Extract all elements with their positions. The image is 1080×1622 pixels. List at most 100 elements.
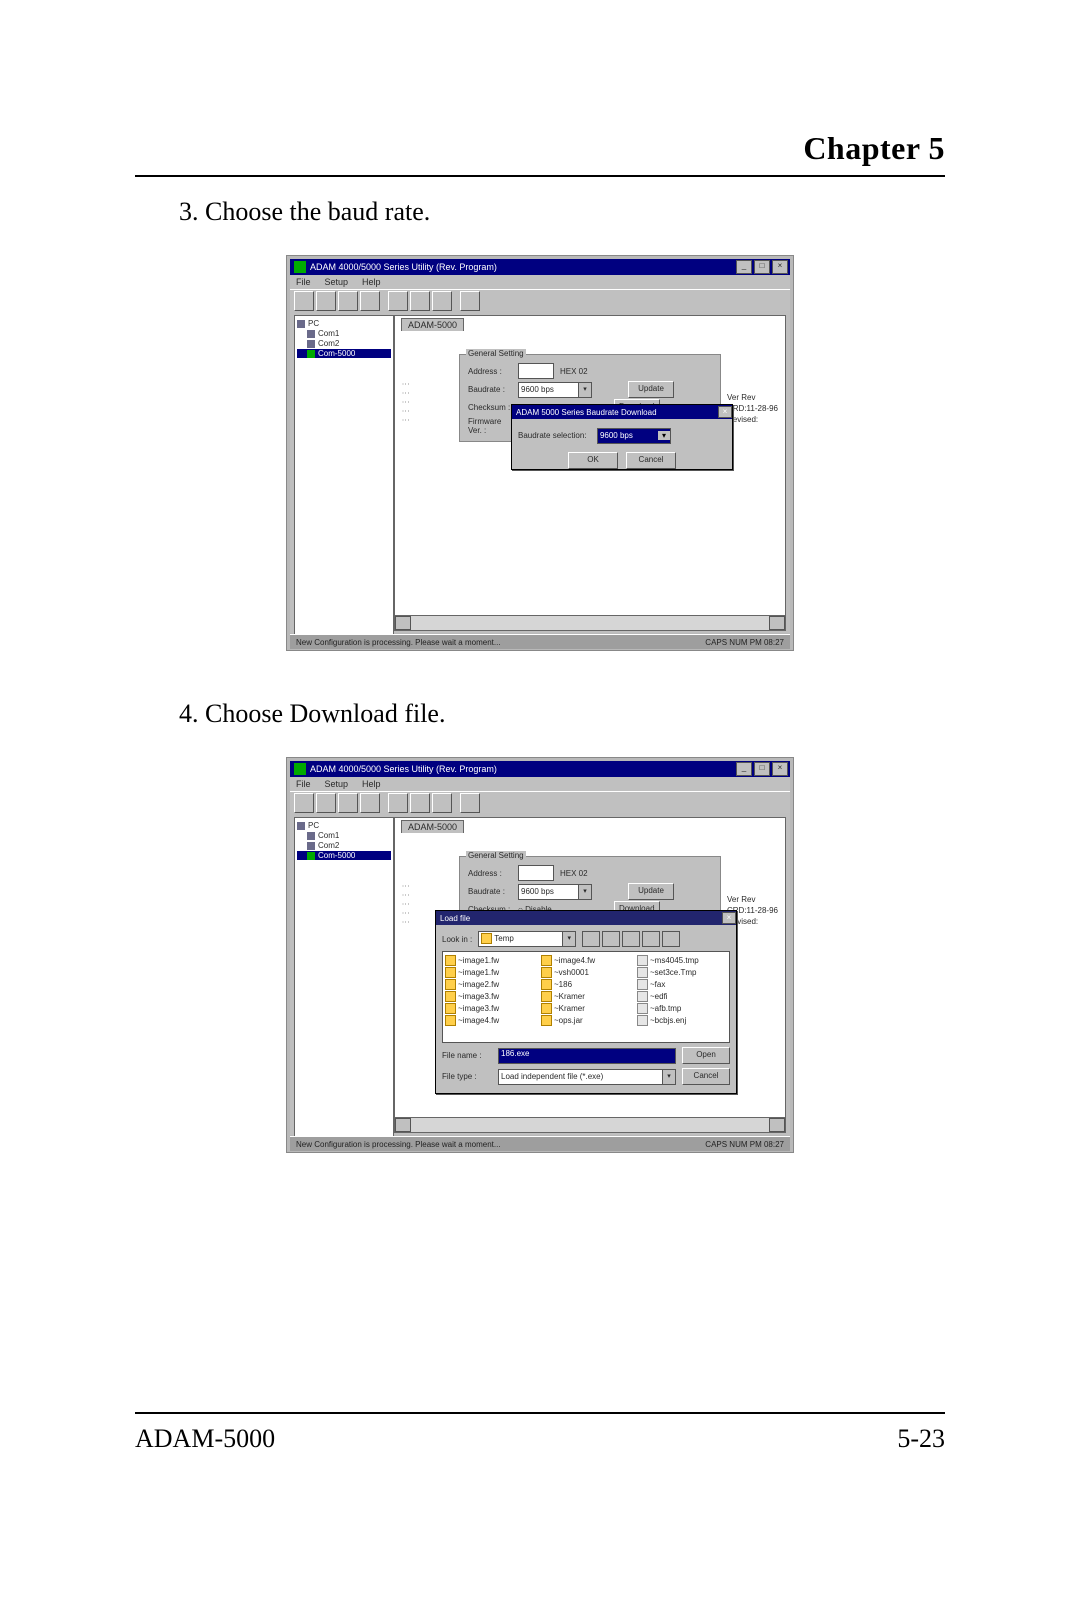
tab-adam5000[interactable]: ADAM-5000 [401, 318, 464, 331]
list-view-icon[interactable] [622, 931, 640, 947]
status-left: New Configuration is processing. Please … [296, 1140, 501, 1149]
tool-button[interactable] [338, 291, 358, 311]
tree-root[interactable]: PC [297, 319, 391, 328]
address-input[interactable] [518, 363, 554, 379]
h-scrollbar[interactable] [395, 1117, 785, 1132]
tool-button[interactable] [294, 793, 314, 813]
tool-button[interactable] [460, 793, 480, 813]
update-button[interactable]: Update [628, 381, 674, 398]
open-button[interactable]: Open [682, 1047, 730, 1064]
file-dialog: Load file × Look in : Temp▾ [435, 910, 737, 1094]
menu-help[interactable]: Help [362, 277, 381, 287]
tool-button[interactable] [432, 793, 452, 813]
chevron-down-icon: ▾ [658, 431, 670, 440]
tool-button[interactable] [410, 793, 430, 813]
tool-button[interactable] [410, 291, 430, 311]
minimize-button[interactable]: _ [736, 762, 752, 776]
tool-button[interactable] [316, 793, 336, 813]
tree-item-com1[interactable]: Com1 [297, 329, 391, 338]
maximize-button[interactable]: □ [754, 762, 770, 776]
minimize-button[interactable]: _ [736, 260, 752, 274]
file-item[interactable]: ~image1.fw [445, 966, 535, 978]
update-button[interactable]: Update [628, 883, 674, 900]
footer-left: ADAM-5000 [135, 1424, 275, 1454]
menu-setup[interactable]: Setup [325, 779, 349, 789]
address-input[interactable] [518, 865, 554, 881]
tree-item-com5000[interactable]: Com-5000 [297, 349, 391, 358]
scroll-right-icon[interactable] [769, 616, 785, 630]
close-button[interactable]: × [772, 762, 788, 776]
tool-button[interactable] [432, 291, 452, 311]
tool-button[interactable] [338, 793, 358, 813]
status-right: CAPS NUM PM 08:27 [705, 1140, 784, 1149]
h-scrollbar[interactable] [395, 615, 785, 630]
dialog-close-icon[interactable]: × [722, 912, 736, 924]
file-item[interactable]: ~ms4045.tmp [637, 954, 727, 966]
tree-item-com5000[interactable]: Com-5000 [297, 851, 391, 860]
tab-adam5000[interactable]: ADAM-5000 [401, 820, 464, 833]
tree-root[interactable]: PC [297, 821, 391, 830]
file-list[interactable]: ~image1.fw ~image4.fw ~ms4045.tmp ~image… [442, 951, 730, 1043]
file-item[interactable]: ~bcbjs.enj [637, 1014, 727, 1026]
file-item[interactable]: ~Kramer [541, 1002, 631, 1014]
tree-item-com2[interactable]: Com2 [297, 841, 391, 850]
tool-button[interactable] [388, 291, 408, 311]
app-title: ADAM 4000/5000 Series Utility (Rev. Prog… [310, 262, 736, 272]
details-view-icon[interactable] [642, 931, 660, 947]
new-folder-icon[interactable] [602, 931, 620, 947]
side-decoration: ⋮⋮⋮⋮⋮ [401, 882, 410, 927]
scroll-right-icon[interactable] [769, 1118, 785, 1132]
maximize-button[interactable]: □ [754, 260, 770, 274]
tree-item-com2[interactable]: Com2 [297, 339, 391, 348]
scroll-left-icon[interactable] [395, 1118, 411, 1132]
tool-button[interactable] [388, 793, 408, 813]
baud-select[interactable]: 9600 bps▾ [518, 884, 592, 900]
tree-item-com1[interactable]: Com1 [297, 831, 391, 840]
toolbar [290, 791, 790, 815]
file-item[interactable]: ~186 [541, 978, 631, 990]
filetype-label: File type : [442, 1072, 492, 1081]
file-item[interactable]: ~image4.fw [541, 954, 631, 966]
cancel-button[interactable]: Cancel [682, 1068, 730, 1085]
baud-select[interactable]: 9600 bps▾ [518, 382, 592, 398]
tool-button[interactable] [460, 291, 480, 311]
up-folder-icon[interactable] [582, 931, 600, 947]
cancel-button[interactable]: Cancel [626, 452, 676, 469]
file-item[interactable]: ~image2.fw [445, 978, 535, 990]
file-item[interactable]: ~set3ce.Tmp [637, 966, 727, 978]
lookin-select[interactable]: Temp▾ [478, 931, 576, 947]
file-item[interactable]: ~image3.fw [445, 1002, 535, 1014]
tool-button[interactable] [360, 793, 380, 813]
tool-button[interactable] [316, 291, 336, 311]
file-item[interactable]: ~afb.tmp [637, 1002, 727, 1014]
dialog-titlebar: Load file × [436, 911, 736, 925]
filename-input[interactable]: 186.exe [498, 1048, 676, 1064]
menu-help[interactable]: Help [362, 779, 381, 789]
ok-button[interactable]: OK [568, 452, 618, 469]
scroll-left-icon[interactable] [395, 616, 411, 630]
file-item[interactable]: ~image1.fw [445, 954, 535, 966]
dialog-close-icon[interactable]: × [718, 406, 732, 418]
file-item[interactable]: ~fax [637, 978, 727, 990]
view-icon[interactable] [662, 931, 680, 947]
file-item[interactable]: ~Kramer [541, 990, 631, 1002]
status-right: CAPS NUM PM 08:27 [705, 638, 784, 647]
main-panel: ADAM-5000 ⋮⋮⋮⋮⋮ General Setting Address … [394, 817, 786, 1133]
file-item[interactable]: ~image4.fw [445, 1014, 535, 1026]
baud-selection-select[interactable]: 9600 bps▾ [597, 428, 671, 444]
baud-dialog: ADAM 5000 Series Baudrate Download × Bau… [511, 404, 733, 470]
tool-button[interactable] [360, 291, 380, 311]
figure-baud-rate: ADAM 4000/5000 Series Utility (Rev. Prog… [286, 255, 794, 651]
file-item[interactable]: ~ops.jar [541, 1014, 631, 1026]
close-button[interactable]: × [772, 260, 788, 274]
tool-button[interactable] [294, 291, 314, 311]
menu-setup[interactable]: Setup [325, 277, 349, 287]
menu-file[interactable]: File [296, 277, 311, 287]
status-bar: New Configuration is processing. Please … [290, 634, 790, 649]
file-item[interactable]: ~image3.fw [445, 990, 535, 1002]
file-item[interactable]: ~vsh0001 [541, 966, 631, 978]
file-item[interactable]: ~edfi [637, 990, 727, 1002]
menu-file[interactable]: File [296, 779, 311, 789]
filetype-select[interactable]: Load independent file (*.exe)▾ [498, 1069, 676, 1085]
menu-bar: File Setup Help [290, 777, 790, 791]
